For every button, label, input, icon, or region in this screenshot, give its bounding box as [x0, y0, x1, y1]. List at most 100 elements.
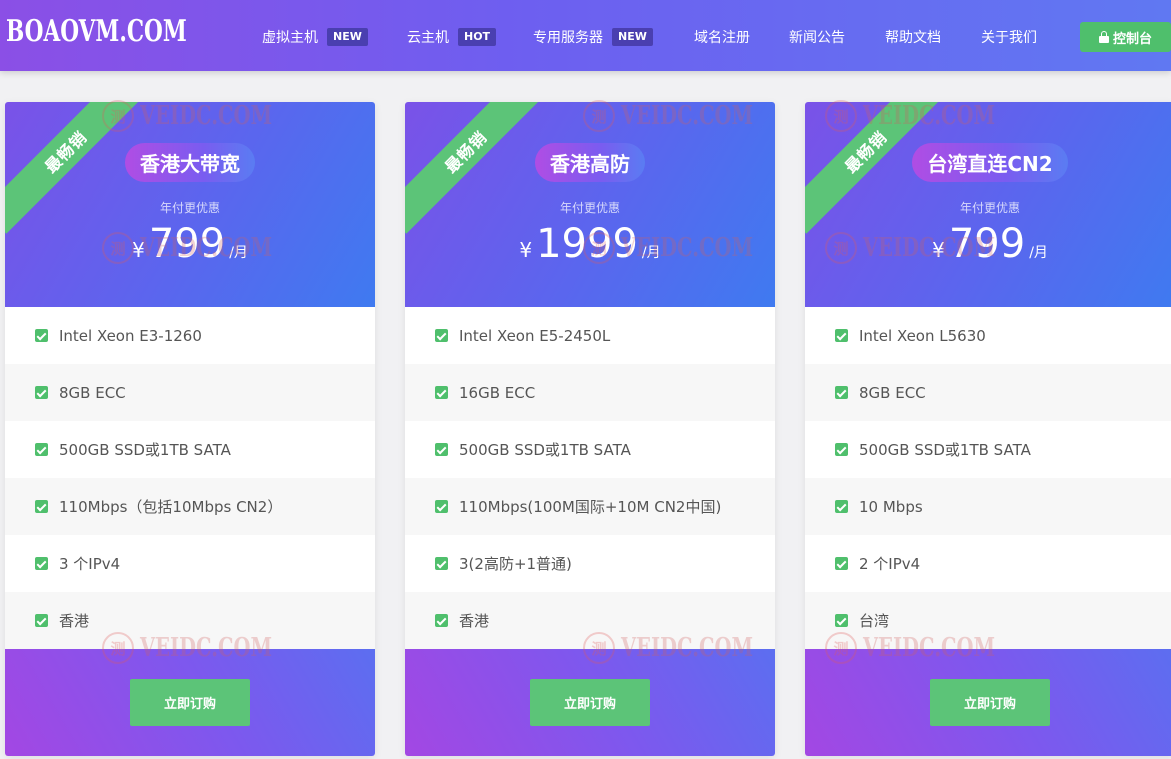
feature-item-cpu: Intel Xeon E3-1260: [5, 307, 375, 364]
check-icon: [35, 614, 48, 627]
order-button[interactable]: 立即订购: [930, 679, 1050, 726]
plan-title: 香港高防: [535, 143, 645, 182]
lock-icon: [1098, 31, 1109, 43]
price-currency: ¥: [132, 238, 145, 262]
price-currency: ¥: [932, 238, 945, 262]
nav-item-help-docs[interactable]: 帮助文档: [885, 26, 941, 48]
nav-label: 专用服务器: [533, 30, 603, 46]
check-icon: [35, 329, 48, 342]
price-unit: /月: [641, 245, 661, 261]
plan-subtitle: 年付更优惠: [559, 201, 620, 215]
feature-text: Intel Xeon E5-2450L: [459, 326, 611, 345]
site-logo[interactable]: BOAOVM.COM: [6, 14, 187, 49]
feature-item-disk: 500GB SSD或1TB SATA: [805, 421, 1171, 478]
console-button[interactable]: 控制台: [1080, 22, 1171, 52]
check-icon: [835, 557, 848, 570]
nav-label: 域名注册: [694, 30, 750, 46]
feature-text: Intel Xeon E3-1260: [59, 326, 202, 345]
check-icon: [435, 557, 448, 570]
plan-footer: 立即订购: [805, 649, 1171, 756]
order-button[interactable]: 立即订购: [530, 679, 650, 726]
feature-item-ram: 16GB ECC: [405, 364, 775, 421]
price-amount: 1999: [536, 221, 638, 267]
check-icon: [435, 614, 448, 627]
plan-title: 香港大带宽: [125, 143, 255, 182]
feature-list: Intel Xeon E3-1260 8GB ECC 500GB SSD或1TB…: [5, 307, 375, 649]
feature-list: Intel Xeon E5-2450L 16GB ECC 500GB SSD或1…: [405, 307, 775, 649]
feature-list: Intel Xeon L5630 8GB ECC 500GB SSD或1TB S…: [805, 307, 1171, 649]
feature-item-bandwidth: 110Mbps(100M国际+10M CN2中国): [405, 478, 775, 535]
plan-footer: 立即订购: [5, 649, 375, 756]
check-icon: [435, 500, 448, 513]
check-icon: [835, 386, 848, 399]
feature-item-location: 香港: [5, 592, 375, 649]
feature-item-disk: 500GB SSD或1TB SATA: [405, 421, 775, 478]
plan-header: 最畅销 香港高防 年付更优惠 ¥ 1999 /月: [405, 102, 775, 307]
nav-item-cloud-host[interactable]: 云主机 HOT: [407, 26, 497, 48]
check-icon: [835, 329, 848, 342]
check-icon: [435, 443, 448, 456]
plan-header: 最畅销 台湾直连CN2 年付更优惠 ¥ 799 /月: [805, 102, 1171, 307]
feature-text: 3(2高防+1普通): [459, 555, 572, 573]
nav-item-dedicated-server[interactable]: 专用服务器 NEW: [533, 26, 653, 48]
check-icon: [35, 443, 48, 456]
plan-subtitle: 年付更优惠: [159, 201, 220, 215]
nav-label: 关于我们: [981, 30, 1037, 46]
feature-text: 10 Mbps: [859, 497, 923, 516]
nav-label: 虚拟主机: [262, 30, 318, 46]
feature-text: 8GB ECC: [859, 383, 926, 402]
new-badge: NEW: [327, 28, 368, 46]
price-amount: 799: [148, 221, 226, 267]
check-icon: [835, 443, 848, 456]
price-unit: /月: [1029, 245, 1048, 261]
check-icon: [835, 500, 848, 513]
feature-item-ip: 2 个IPv4: [805, 535, 1171, 592]
nav-item-about-us[interactable]: 关于我们: [981, 26, 1037, 48]
feature-text: 2 个IPv4: [859, 555, 921, 573]
price-unit: /月: [229, 245, 248, 261]
plan-card-hk-ddos: 最畅销 香港高防 年付更优惠 ¥ 1999 /月 Intel Xeon E5-2…: [405, 102, 775, 756]
feature-item-cpu: Intel Xeon E5-2450L: [405, 307, 775, 364]
nav-item-news[interactable]: 新闻公告: [789, 26, 845, 48]
nav-label: 帮助文档: [885, 30, 941, 46]
nav-item-domain-registration[interactable]: 域名注册: [694, 26, 750, 48]
check-icon: [835, 614, 848, 627]
feature-item-cpu: Intel Xeon L5630: [805, 307, 1171, 364]
check-icon: [35, 557, 48, 570]
hot-badge: HOT: [458, 28, 497, 46]
check-icon: [35, 386, 48, 399]
nav-label: 云主机: [407, 30, 449, 46]
feature-text: 台湾: [859, 612, 890, 630]
feature-item-ip: 3(2高防+1普通): [405, 535, 775, 592]
feature-text: 110Mbps(100M国际+10M CN2中国): [459, 498, 722, 516]
check-icon: [435, 386, 448, 399]
feature-text: Intel Xeon L5630: [859, 326, 986, 345]
feature-text: 8GB ECC: [59, 383, 126, 402]
feature-item-location: 香港: [405, 592, 775, 649]
feature-text: 16GB ECC: [459, 383, 536, 402]
new-badge: NEW: [612, 28, 653, 46]
plan-card-tw-cn2: 最畅销 台湾直连CN2 年付更优惠 ¥ 799 /月 Intel Xeon L5…: [805, 102, 1171, 756]
feature-text: 3 个IPv4: [59, 555, 121, 573]
nav-label: 新闻公告: [789, 30, 845, 46]
plan-card-hk-bandwidth: 最畅销 香港大带宽 年付更优惠 ¥ 799 /月 Intel Xeon E3-1…: [5, 102, 375, 756]
feature-text: 500GB SSD或1TB SATA: [59, 441, 231, 459]
plan-price: ¥ 799 /月: [805, 218, 1171, 270]
feature-item-ram: 8GB ECC: [805, 364, 1171, 421]
check-icon: [35, 500, 48, 513]
plan-price: ¥ 1999 /月: [405, 218, 775, 270]
feature-text: 500GB SSD或1TB SATA: [459, 441, 631, 459]
feature-text: 110Mbps（包括10Mbps CN2）: [59, 498, 283, 516]
feature-text: 500GB SSD或1TB SATA: [859, 441, 1031, 459]
feature-text: 香港: [59, 612, 90, 630]
console-label: 控制台: [1112, 31, 1152, 47]
plan-header: 最畅销 香港大带宽 年付更优惠 ¥ 799 /月: [5, 102, 375, 307]
order-button[interactable]: 立即订购: [130, 679, 250, 726]
plan-title: 台湾直连CN2: [912, 143, 1068, 182]
feature-item-bandwidth: 10 Mbps: [805, 478, 1171, 535]
price-currency: ¥: [519, 238, 533, 262]
nav-item-virtual-host[interactable]: 虚拟主机 NEW: [262, 26, 368, 48]
check-icon: [435, 329, 448, 342]
feature-item-disk: 500GB SSD或1TB SATA: [5, 421, 375, 478]
feature-item-ip: 3 个IPv4: [5, 535, 375, 592]
